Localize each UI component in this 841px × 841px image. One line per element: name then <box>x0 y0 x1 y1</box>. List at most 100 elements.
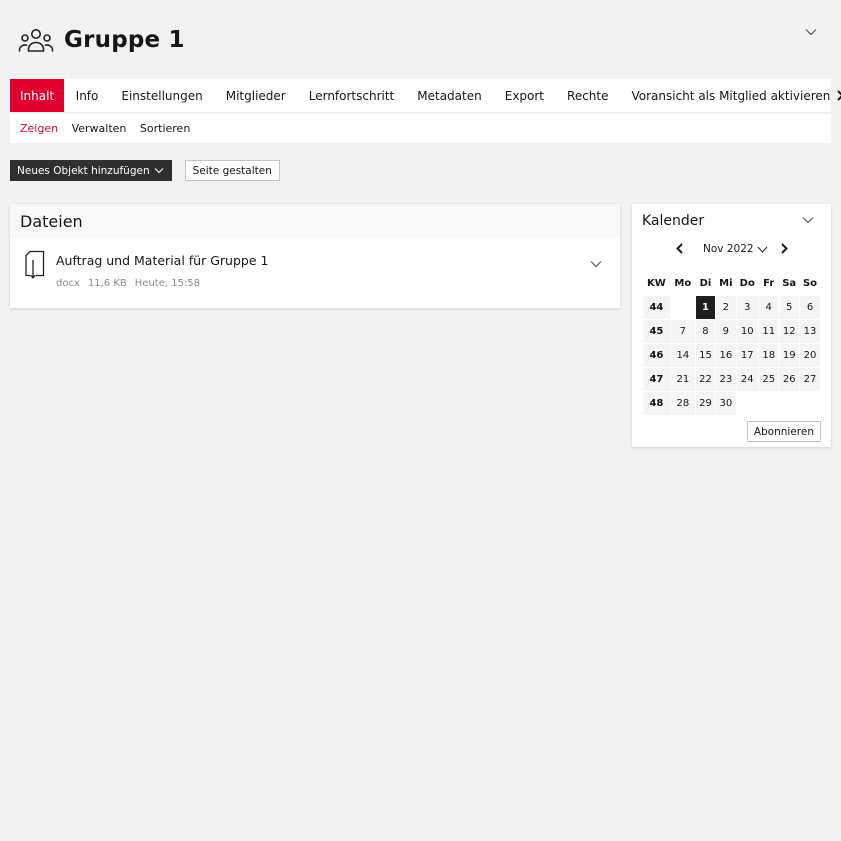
subscribe-button[interactable]: Abonnieren <box>746 421 821 442</box>
calendar-day[interactable]: 26 <box>778 366 801 392</box>
add-object-button[interactable]: Neues Objekt hinzufügen <box>10 160 172 181</box>
tab-lernfortschritt[interactable]: Lernfortschritt <box>297 79 406 112</box>
calendar-day[interactable]: 23 <box>715 366 737 392</box>
tab-info[interactable]: Info <box>64 79 110 112</box>
calendar-day[interactable]: 25 <box>758 366 780 392</box>
tab-bar: Inhalt Info Einstellungen Mitglieder Ler… <box>10 79 841 113</box>
month-label: Nov 2022 <box>703 243 754 255</box>
files-panel-title: Dateien <box>10 204 620 238</box>
list-item: Auftrag und Material für Gruppe 1 docx 1… <box>10 238 620 308</box>
calendar-body: 44 1 2 3 4 5 6 45 7 8 9 10 11 12 13 46 14 15 16 17 18 19 20 47 2… <box>642 294 821 416</box>
file-size: 11,6 KB <box>87 278 127 289</box>
file-title-link[interactable]: Auftrag und Material für Gruppe 1 <box>56 253 268 268</box>
tab-export[interactable]: Export <box>493 79 555 112</box>
weekday-header: So <box>802 277 818 289</box>
calendar-empty-cell <box>669 294 696 320</box>
calendar-empty-cell <box>758 390 780 416</box>
calendar-week-row: 44 1 2 3 4 5 6 <box>642 294 821 320</box>
calendar-empty-cell <box>799 390 821 416</box>
calendar-day[interactable]: 14 <box>669 342 696 368</box>
weekday-header: Do <box>739 277 755 289</box>
calendar-day[interactable]: 15 <box>694 342 717 368</box>
tabs-next-button[interactable] <box>836 79 841 112</box>
toolbar: Neues Objekt hinzufügen Seite gestalten <box>10 160 280 181</box>
calendar-empty-cell <box>778 390 801 416</box>
tab-mitglieder[interactable]: Mitglieder <box>214 79 297 112</box>
weekday-header: KW <box>647 277 666 289</box>
chevron-down-icon <box>154 168 163 174</box>
file-download-icon <box>25 250 45 279</box>
page-header: Gruppe 1 <box>0 0 841 79</box>
calendar-empty-cell <box>735 390 760 416</box>
calendar-day-today[interactable]: 1 <box>694 294 717 320</box>
design-page-button[interactable]: Seite gestalten <box>184 160 280 181</box>
chevron-down-icon <box>757 246 767 253</box>
calendar-week-row: 47 21 22 23 24 25 26 27 <box>642 366 821 392</box>
weekday-header: Mi <box>719 277 733 289</box>
chevron-left-icon[interactable] <box>676 243 684 254</box>
weekday-header: Di <box>699 277 712 289</box>
calendar-day[interactable]: 19 <box>778 342 801 368</box>
week-number: 47 <box>642 366 671 392</box>
week-number: 48 <box>642 390 671 416</box>
calendar-day[interactable]: 27 <box>799 366 821 392</box>
group-icon <box>18 28 54 52</box>
chevron-down-icon[interactable] <box>805 28 817 36</box>
calendar-week-row: 45 7 8 9 10 11 12 13 <box>642 318 821 344</box>
chevron-right-icon[interactable] <box>780 243 788 254</box>
calendar-panel: Kalender Nov 2022 KW Mo Di Mi Do Fr Sa So 44 1 2 3… <box>632 204 831 447</box>
subtab-zeigen[interactable]: Zeigen <box>20 122 58 135</box>
calendar-grid: KW Mo Di Mi Do Fr Sa So 44 1 2 3 4 5 6 45 7 8 9 10 11 12 13 46… <box>642 272 821 416</box>
calendar-day[interactable]: 12 <box>778 318 801 344</box>
calendar-day[interactable]: 28 <box>669 390 696 416</box>
calendar-day[interactable]: 10 <box>735 318 760 344</box>
weekday-header: Sa <box>782 277 797 289</box>
file-type: docx <box>56 278 80 289</box>
calendar-day[interactable]: 7 <box>669 318 696 344</box>
calendar-day[interactable]: 29 <box>694 390 717 416</box>
calendar-week-row: 48 28 29 30 <box>642 390 821 416</box>
file-date: Heute, 15:58 <box>134 278 201 289</box>
calendar-weekday-row: KW Mo Di Mi Do Fr Sa So <box>643 272 821 295</box>
calendar-day[interactable]: 24 <box>735 366 760 392</box>
calendar-day[interactable]: 20 <box>799 342 821 368</box>
weekday-header: Fr <box>763 277 775 289</box>
tab-inhalt[interactable]: Inhalt <box>10 79 65 112</box>
tab-rechte[interactable]: Rechte <box>556 79 620 112</box>
calendar-day[interactable]: 2 <box>715 294 737 320</box>
subtab-bar: Zeigen Verwalten Sortieren <box>10 114 831 143</box>
calendar-header: Kalender <box>632 204 831 238</box>
calendar-day[interactable]: 18 <box>758 342 780 368</box>
tab-voransicht[interactable]: Voransicht als Mitglied aktivieren <box>620 79 841 112</box>
week-number: 45 <box>642 318 671 344</box>
calendar-nav: Nov 2022 <box>632 238 831 262</box>
calendar-week-row: 46 14 15 16 17 18 19 20 <box>642 342 821 368</box>
month-selector[interactable]: Nov 2022 <box>703 243 768 255</box>
calendar-day[interactable]: 3 <box>735 294 760 320</box>
week-number: 46 <box>642 342 671 368</box>
tab-metadaten[interactable]: Metadaten <box>406 79 493 112</box>
calendar-day[interactable]: 8 <box>694 318 717 344</box>
chevron-down-icon[interactable] <box>802 216 814 224</box>
calendar-day[interactable]: 11 <box>758 318 780 344</box>
week-number: 44 <box>642 294 671 320</box>
tab-einstellungen[interactable]: Einstellungen <box>110 79 214 112</box>
chevron-down-icon[interactable] <box>590 260 602 268</box>
files-panel: Dateien Auftrag und Material für Gruppe … <box>10 204 620 308</box>
calendar-day[interactable]: 16 <box>715 342 737 368</box>
calendar-day[interactable]: 13 <box>799 318 821 344</box>
chevron-right-icon <box>837 90 841 101</box>
subtab-verwalten[interactable]: Verwalten <box>72 122 127 135</box>
calendar-day[interactable]: 5 <box>778 294 801 320</box>
calendar-day[interactable]: 6 <box>799 294 821 320</box>
calendar-day[interactable]: 9 <box>715 318 737 344</box>
calendar-day[interactable]: 4 <box>758 294 780 320</box>
add-object-label: Neues Objekt hinzufügen <box>17 164 150 177</box>
calendar-day[interactable]: 30 <box>715 390 737 416</box>
subtab-sortieren[interactable]: Sortieren <box>140 122 190 135</box>
calendar-day[interactable]: 17 <box>735 342 760 368</box>
weekday-header: Mo <box>674 277 692 289</box>
calendar-day[interactable]: 21 <box>669 366 696 392</box>
calendar-day[interactable]: 22 <box>694 366 717 392</box>
calendar-title: Kalender <box>642 213 705 229</box>
